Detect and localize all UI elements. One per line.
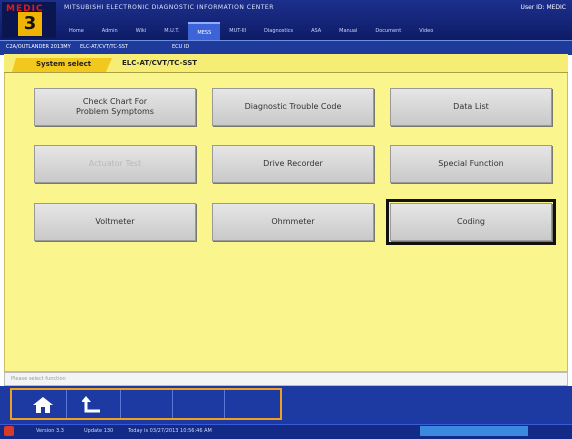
user-label: User ID: MEDIC — [520, 4, 566, 11]
diagnostic-trouble-code-label: Diagnostic Trouble Code — [244, 102, 342, 111]
special-function-label: Special Function — [438, 159, 504, 168]
voltmeter-label: Voltmeter — [95, 217, 135, 226]
breadcrumb-system[interactable]: ELC-AT/CVT/TC-SST — [80, 44, 128, 50]
menu-item-video[interactable]: Video — [410, 22, 442, 38]
menu-item-mut3[interactable]: MUT-III — [220, 22, 255, 38]
update-label: Update 130 — [84, 428, 114, 434]
menu-item-manual[interactable]: Manual — [330, 22, 366, 38]
coding-button[interactable]: Coding — [386, 199, 556, 245]
menu-item-admin[interactable]: Admin — [93, 22, 127, 38]
menu-item-mut[interactable]: M.U.T. — [155, 22, 188, 38]
actuator-test-button: Actuator Test — [34, 145, 196, 183]
check-chart-button[interactable]: Check Chart For Problem Symptoms — [34, 88, 196, 126]
drive-recorder-label: Drive Recorder — [263, 159, 323, 168]
menu-item-home[interactable]: Home — [60, 22, 93, 38]
menu-item-mess[interactable]: MESS — [188, 22, 221, 40]
app-title: MITSUBISHI ELECTRONIC DIAGNOSTIC INFORMA… — [64, 4, 274, 11]
title-bar: MEDIC 3 MITSUBISHI ELECTRONIC DIAGNOSTIC… — [0, 0, 572, 40]
back-button[interactable] — [74, 392, 112, 418]
date-label: Today is 03/27/2013 10:56:46 AM — [128, 428, 212, 434]
toolbar-separator — [120, 390, 121, 418]
toolbar-separator — [66, 390, 67, 418]
menu-item-document[interactable]: Document — [366, 22, 410, 38]
toolbar-separator — [172, 390, 173, 418]
status-bar: Please select function — [4, 372, 568, 386]
tab-current-system: ELC-AT/CVT/TC-SST — [122, 59, 198, 67]
ohmmeter-button[interactable]: Ohmmeter — [212, 203, 374, 241]
breadcrumb: C2A/OUTLANDER 2013MY ELC-AT/CVT/TC-SST E… — [0, 40, 572, 55]
menu-bar: Home Admin Wiki M.U.T. MESS MUT-III Diag… — [60, 22, 442, 40]
medic-logo: MEDIC 3 — [2, 2, 56, 38]
special-function-button[interactable]: Special Function — [390, 145, 552, 183]
start-button[interactable] — [4, 426, 14, 436]
menu-item-wiki[interactable]: Wiki — [127, 22, 156, 38]
home-icon — [33, 397, 53, 413]
logo-number: 3 — [18, 12, 42, 36]
breadcrumb-ecu: ECU ID — [172, 44, 190, 50]
voltmeter-button[interactable]: Voltmeter — [34, 203, 196, 241]
ohmmeter-label: Ohmmeter — [271, 217, 315, 226]
menu-item-diagnostics[interactable]: Diagnostics — [255, 22, 302, 38]
app-window: MEDIC 3 MITSUBISHI ELECTRONIC DIAGNOSTIC… — [0, 0, 572, 439]
tab-system-select[interactable]: System select — [12, 58, 112, 72]
back-arrow-icon — [82, 396, 100, 413]
status-message: Please select function — [11, 376, 66, 382]
data-list-label: Data List — [453, 102, 489, 111]
breadcrumb-vehicle[interactable]: C2A/OUTLANDER 2013MY — [6, 44, 71, 50]
diagnostic-trouble-code-button[interactable]: Diagnostic Trouble Code — [212, 88, 374, 126]
actuator-test-label: Actuator Test — [88, 159, 142, 168]
tab-system-select-label: System select — [36, 60, 92, 68]
data-list-button[interactable]: Data List — [390, 88, 552, 126]
toolbar-separator — [224, 390, 225, 418]
home-button[interactable] — [24, 392, 62, 418]
coding-label: Coding — [457, 217, 485, 226]
check-chart-label: Check Chart For Problem Symptoms — [76, 97, 154, 116]
drive-recorder-button[interactable]: Drive Recorder — [212, 145, 374, 183]
version-label: Version 3.3 — [36, 428, 64, 434]
system-tray — [420, 426, 528, 436]
menu-item-asa[interactable]: ASA — [302, 22, 330, 38]
